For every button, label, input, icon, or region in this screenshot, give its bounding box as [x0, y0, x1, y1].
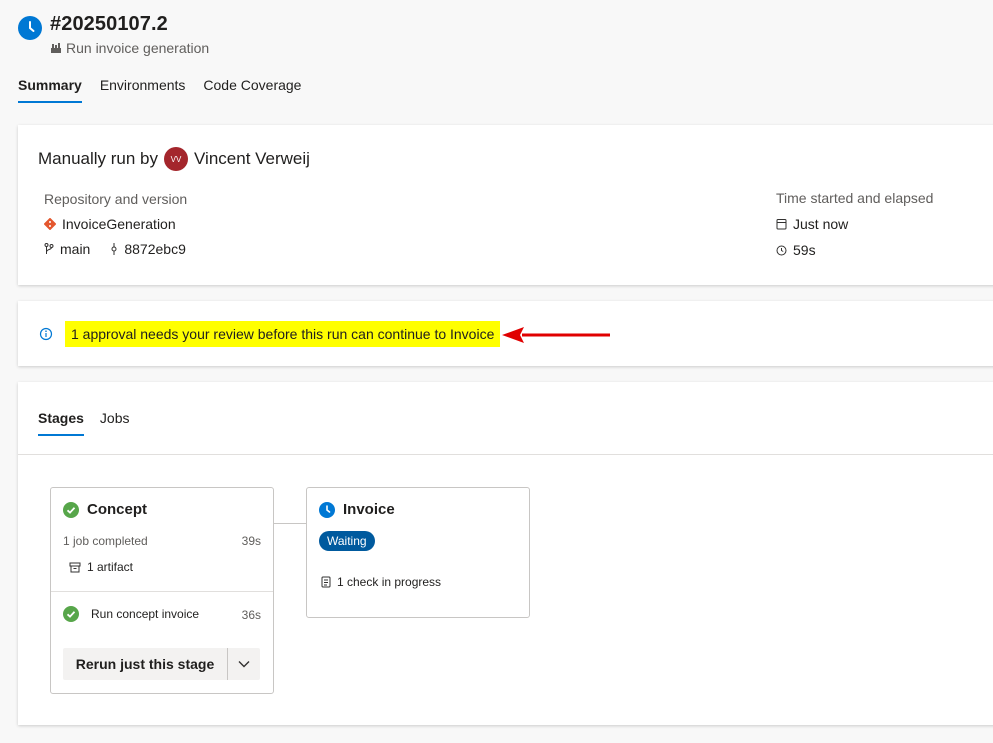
commit-icon	[111, 243, 117, 255]
user-name[interactable]: Vincent Verweij	[194, 149, 310, 169]
approval-banner: 1 approval needs your review before this…	[18, 301, 993, 366]
stage-title-invoice: Invoice	[319, 501, 395, 518]
status-badge: Waiting	[319, 531, 375, 551]
stage-connector	[273, 523, 306, 524]
job-row[interactable]: Run concept invoice	[63, 606, 199, 622]
avatar: VV	[164, 147, 189, 171]
started-time: Just now	[793, 216, 849, 232]
rerun-dropdown-button[interactable]	[228, 648, 260, 680]
version-row: main 8872ebc9	[44, 241, 186, 257]
started-row: Just now	[776, 216, 848, 232]
branch-icon	[44, 243, 54, 254]
stages-card: Stages Jobs Concept 1 job completed 39s …	[18, 382, 993, 725]
clock-status-icon	[319, 501, 335, 518]
tab-jobs[interactable]: Jobs	[100, 410, 130, 436]
checklist-icon	[321, 576, 331, 588]
manual-run-prefix: Manually run by	[38, 149, 159, 168]
success-check-icon	[63, 606, 79, 622]
manual-run-line: Manually run by VV Vincent Verweij	[38, 147, 310, 171]
repository-label: Repository and version	[44, 191, 188, 207]
checks-row[interactable]: 1 check in progress	[321, 575, 441, 589]
info-icon	[39, 327, 53, 341]
chevron-down-icon	[238, 661, 250, 668]
repository-row[interactable]: InvoiceGeneration	[44, 216, 176, 232]
job-name: Run concept invoice	[91, 607, 200, 621]
artifacts-count: 1 artifact	[87, 560, 134, 574]
pipeline-subtitle[interactable]: Run invoice generation	[50, 40, 209, 56]
stage-duration: 39s	[241, 534, 261, 548]
rerun-stage-button[interactable]: Rerun just this stage	[63, 648, 228, 680]
approval-message[interactable]: 1 approval needs your review before this…	[65, 321, 501, 347]
stage-title-concept: Concept	[63, 501, 147, 518]
tab-summary[interactable]: Summary	[18, 77, 82, 103]
tab-code-coverage[interactable]: Code Coverage	[203, 77, 301, 103]
stage-tabs: Stages Jobs	[38, 410, 130, 436]
git-repo-icon	[44, 218, 56, 230]
branch-name[interactable]: main	[60, 241, 90, 257]
run-id: #20250107.2	[50, 13, 168, 35]
clock-icon	[776, 245, 787, 255]
stage-card-concept[interactable]: Concept 1 job completed 39s 1 artifact R…	[50, 487, 274, 694]
stage-name: Concept	[87, 501, 147, 518]
tab-environments[interactable]: Environments	[100, 77, 186, 103]
commit-hash[interactable]: 8872ebc9	[124, 241, 186, 257]
elapsed-time: 59s	[793, 242, 816, 258]
job-duration: 36s	[241, 608, 261, 622]
divider	[18, 454, 993, 455]
calendar-icon	[776, 219, 787, 230]
elapsed-row: 59s	[776, 242, 816, 258]
artifact-icon	[69, 562, 81, 572]
time-label: Time started and elapsed	[776, 190, 934, 206]
clock-status-icon	[18, 16, 42, 40]
tab-stages[interactable]: Stages	[38, 410, 84, 436]
red-arrow-annotation	[502, 327, 610, 343]
success-check-icon	[63, 501, 79, 518]
stage-divider	[51, 591, 273, 592]
checks-status: 1 check in progress	[337, 575, 442, 589]
pipeline-name: Run invoice generation	[66, 40, 210, 56]
stage-name: Invoice	[343, 501, 395, 518]
pipeline-icon	[51, 43, 61, 53]
run-info-card: Manually run by VV Vincent Verweij Repos…	[18, 125, 993, 285]
artifacts-row[interactable]: 1 artifact	[69, 560, 133, 574]
page-tabs: Summary Environments Code Coverage	[18, 77, 301, 103]
stage-card-invoice[interactable]: Invoice Waiting 1 check in progress	[306, 487, 530, 618]
rerun-split-button: Rerun just this stage	[63, 648, 260, 680]
repository-name: InvoiceGeneration	[62, 216, 176, 232]
jobs-completed: 1 job completed	[63, 534, 148, 548]
